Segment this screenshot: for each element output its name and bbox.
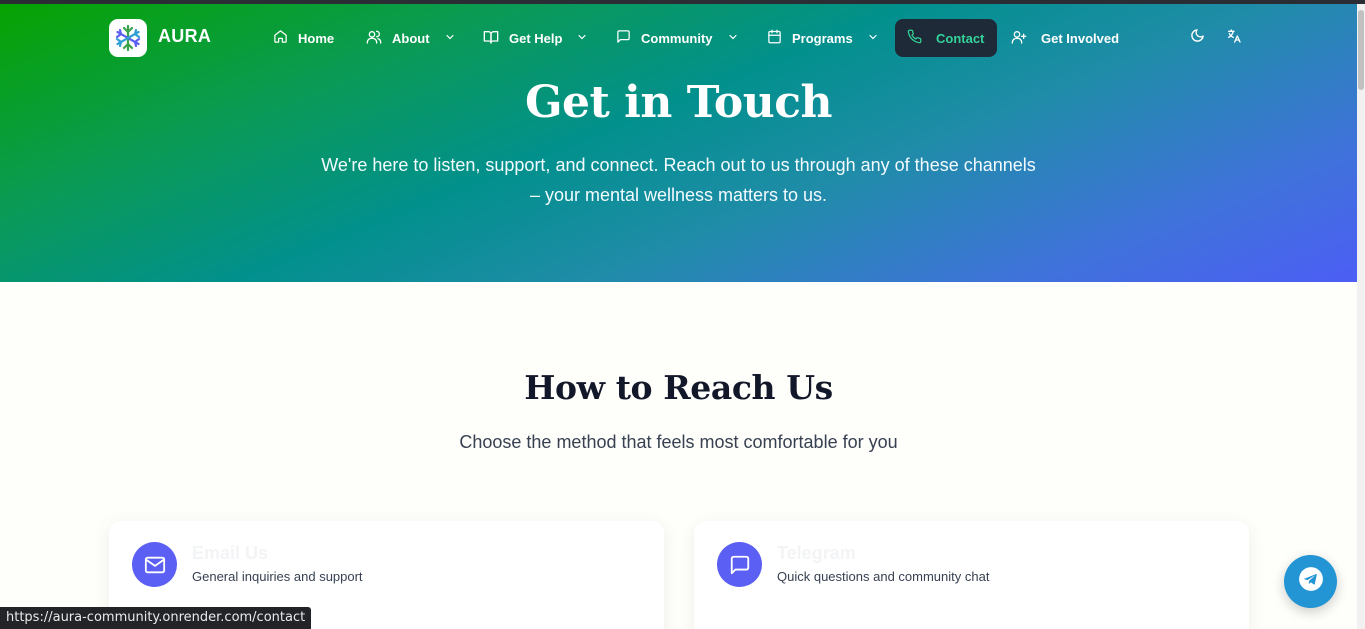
- telegram-floating-button[interactable]: [1284, 555, 1337, 608]
- chevron-down-icon: [444, 31, 456, 46]
- nav-home-label: Home: [298, 30, 335, 46]
- aura-logo-icon: [115, 24, 141, 52]
- brand-name[interactable]: AURA: [158, 26, 211, 47]
- translate-icon: [1226, 28, 1242, 49]
- mail-icon: [132, 542, 177, 587]
- nav-programs-label: Programs: [792, 30, 853, 46]
- telegram-icon: [1298, 566, 1324, 597]
- phone-icon: [907, 29, 922, 47]
- hero-title: Get in Touch: [524, 77, 833, 128]
- scrollbar-thumb[interactable]: [1358, 10, 1364, 90]
- nav-about[interactable]: About: [366, 19, 456, 57]
- chevron-down-icon: [576, 31, 588, 46]
- nav-programs[interactable]: Programs: [767, 19, 879, 57]
- nav-home[interactable]: Home: [273, 19, 334, 57]
- window-top-border: [0, 0, 1365, 4]
- status-bar-url: https://aura-community.onrender.com/cont…: [0, 607, 312, 629]
- hero-section: AURA Home About Get Help Community Progr…: [0, 4, 1357, 282]
- telegram-card[interactable]: Telegram Quick questions and community c…: [694, 521, 1249, 629]
- email-card-description: General inquiries and support: [192, 569, 363, 584]
- nav-about-label: About: [392, 30, 430, 46]
- nav-get-help[interactable]: Get Help: [483, 19, 588, 57]
- section-title: How to Reach Us: [524, 368, 833, 407]
- nav-community[interactable]: Community: [616, 19, 739, 57]
- chat-icon: [717, 542, 762, 587]
- chevron-down-icon: [867, 31, 879, 46]
- theme-toggle-button[interactable]: [1187, 28, 1207, 48]
- email-card-title: Email Us: [192, 543, 269, 563]
- chevron-down-icon: [727, 31, 739, 46]
- nav-contact-label: Contact: [936, 30, 985, 46]
- nav-get-involved[interactable]: Get Involved: [1011, 19, 1119, 57]
- calendar-icon: [767, 29, 782, 47]
- nav-get-help-label: Get Help: [509, 30, 563, 46]
- nav-get-involved-label: Get Involved: [1041, 30, 1120, 46]
- user-plus-icon: [1011, 29, 1027, 48]
- nav-community-label: Community: [641, 30, 713, 46]
- hero-subtitle: We're here to listen, support, and conne…: [321, 155, 1036, 205]
- telegram-card-description: Quick questions and community chat: [777, 569, 990, 584]
- users-icon: [366, 29, 382, 48]
- moon-icon: [1190, 28, 1205, 48]
- top-navbar: AURA Home About Get Help Community Progr…: [0, 15, 1357, 61]
- message-icon: [616, 29, 631, 47]
- aura-logo[interactable]: [109, 19, 147, 57]
- nav-contact[interactable]: Contact: [895, 19, 997, 57]
- home-icon: [273, 29, 288, 47]
- section-subtitle: Choose the method that feels most comfor…: [459, 432, 898, 452]
- book-icon: [483, 29, 499, 48]
- telegram-card-title: Telegram: [777, 543, 856, 563]
- scrollbar[interactable]: [1357, 4, 1365, 629]
- language-button[interactable]: [1224, 28, 1244, 48]
